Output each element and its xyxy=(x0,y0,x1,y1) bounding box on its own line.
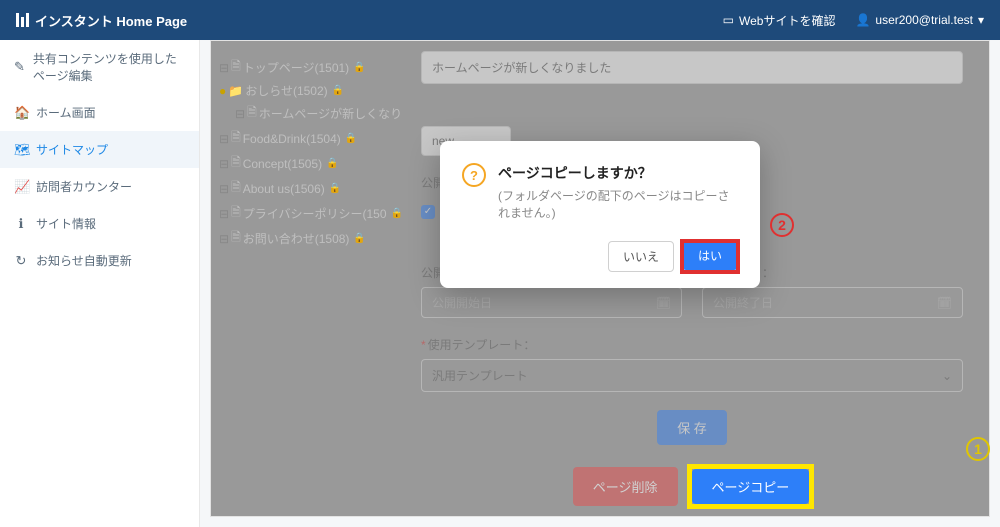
modal-no-button[interactable]: いいえ xyxy=(608,241,674,272)
start-date-ph: 公開開始日 xyxy=(432,294,492,311)
modal-title: ページコピーしますか？ xyxy=(498,163,738,183)
tree-row[interactable]: ●📁おしらせ(1502) 🔒 xyxy=(217,80,405,101)
sidebar-item-shared-edit[interactable]: ✎ 共有コンテンツを使用したページ編集 xyxy=(0,40,199,94)
lock-icon: 🔒 xyxy=(391,208,403,219)
page-tree: ⊟🗎トップページ(1501)🔒●📁おしらせ(1502)🔒⊟🗎ホームページが新しく… xyxy=(211,41,411,516)
brand: インスタント Home Page xyxy=(16,11,187,30)
brand-logo xyxy=(16,13,29,27)
chevron-down-icon: ▾ xyxy=(978,13,984,27)
modal-yes-button[interactable]: はい xyxy=(682,241,738,270)
page-title-value: ホームページが新しくなりました xyxy=(432,61,611,75)
check-website-link[interactable]: ▭ Webサイトを確認 xyxy=(723,12,836,29)
tree-label: トップページ(1501) xyxy=(243,59,349,76)
chevron-down-icon: ⌄ xyxy=(942,369,952,383)
tree-label: About us(1506) xyxy=(243,182,325,196)
tree-row[interactable]: ⊟🗎Concept(1505)🔒 xyxy=(217,151,405,176)
template-label: *使用テンプレート： xyxy=(421,336,963,353)
page-icon: 🗎 xyxy=(247,103,257,124)
tree-label: ホームページが新しくなり xyxy=(259,105,402,122)
start-date-input[interactable]: 公開開始日 🗓 xyxy=(421,287,682,318)
calendar-icon: 🗓 xyxy=(656,296,671,310)
tree-label: おしらせ(1502) xyxy=(245,82,327,99)
lock-icon: 🔒 xyxy=(329,183,341,194)
page-icon: 🗎 xyxy=(231,128,241,149)
tree-row[interactable]: ⊟🗎ホームページが新しくなり xyxy=(217,101,405,126)
tree-label: Concept(1505) xyxy=(243,157,322,171)
page-icon: 🗎 xyxy=(231,203,241,224)
page-icon: 📁 xyxy=(228,84,243,98)
tree-label: Food&Drink(1504) xyxy=(243,132,341,146)
edit-icon: ✎ xyxy=(14,59,25,75)
template-value: 汎用テンプレート xyxy=(432,367,528,384)
sidebar: ✎ 共有コンテンツを使用したページ編集 🏠 ホーム画面 🗺 サイトマップ 📈 訪問者カウ… xyxy=(0,40,200,527)
question-icon: ? xyxy=(462,163,486,187)
tree-row[interactable]: ⊟🗎お問い合わせ(1508)🔒 xyxy=(217,226,405,251)
tree-row[interactable]: ⊟🗎プライバシーポリシー(150🔒 xyxy=(217,201,405,226)
template-select[interactable]: 汎用テンプレート ⌄ xyxy=(421,359,963,392)
lock-icon: 🔒 xyxy=(353,62,365,73)
chart-icon: 📈 xyxy=(14,179,28,195)
sidebar-item-label: お知らせ自動更新 xyxy=(36,252,132,269)
sidebar-item-home[interactable]: 🏠 ホーム画面 xyxy=(0,94,199,131)
user-menu[interactable]: 👤 user200@trial.test ▾ xyxy=(855,13,984,27)
tree-label: プライバシーポリシー(150 xyxy=(243,205,387,222)
lock-icon: 🔒 xyxy=(332,85,344,96)
lock-icon: 🔒 xyxy=(326,158,338,169)
page-icon: 🗎 xyxy=(231,153,241,174)
user-icon: 👤 xyxy=(855,13,870,27)
tree-row[interactable]: ⊟🗎About us(1506)🔒 xyxy=(217,176,405,201)
modal-yes-highlight: はい xyxy=(682,241,738,272)
user-label: user200@trial.test xyxy=(875,13,973,27)
sidebar-item-label: サイト情報 xyxy=(36,215,96,232)
home-icon: 🏠 xyxy=(14,105,28,121)
annotation-2: 2 xyxy=(770,213,794,237)
page-icon: 🗎 xyxy=(231,228,241,249)
external-icon: ▭ xyxy=(723,13,734,27)
page-icon: 🗎 xyxy=(231,178,241,199)
annotation-1: 1 xyxy=(966,437,990,461)
bullet-icon: ● xyxy=(219,84,226,98)
modal-subtitle: (フォルダページの配下のページはコピーされません。) xyxy=(498,187,738,221)
sidebar-item-label: サイトマップ xyxy=(36,141,108,158)
sidebar-item-counter[interactable]: 📈 訪問者カウンター xyxy=(0,168,199,205)
sidebar-item-label: ホーム画面 xyxy=(36,104,96,121)
end-date-ph: 公開終了日 xyxy=(713,294,773,311)
brand-text: インスタント Home Page xyxy=(35,11,187,30)
page-copy-highlight: ページコピー xyxy=(690,467,812,506)
sidebar-item-siteinfo[interactable]: ℹ サイト情報 xyxy=(0,205,199,242)
sidebar-item-label: 共有コンテンツを使用したページ編集 xyxy=(33,50,185,84)
info-icon: ℹ xyxy=(14,216,28,232)
lock-icon: 🔒 xyxy=(353,233,365,244)
end-date-input[interactable]: 公開終了日 🗓 xyxy=(702,287,963,318)
sitemap-icon: 🗺 xyxy=(14,142,28,158)
tree-row[interactable]: ⊟🗎Food&Drink(1504)🔒 xyxy=(217,126,405,151)
sidebar-item-sitemap[interactable]: 🗺 サイトマップ xyxy=(0,131,199,168)
topbar: インスタント Home Page ▭ Webサイトを確認 👤 user200@t… xyxy=(0,0,1000,40)
check-website-label: Webサイトを確認 xyxy=(739,12,835,29)
main-panel: ⊟🗎トップページ(1501)🔒●📁おしらせ(1502)🔒⊟🗎ホームページが新しく… xyxy=(210,40,990,517)
lock-icon: 🔒 xyxy=(345,133,357,144)
refresh-icon: ↻ xyxy=(14,253,28,269)
tree-row[interactable]: ⊟🗎トップページ(1501)🔒 xyxy=(217,55,405,80)
page-icon: 🗎 xyxy=(231,57,241,78)
tree-label: お問い合わせ(1508) xyxy=(243,230,350,247)
publish-checkbox[interactable]: ✓ xyxy=(421,205,435,219)
confirm-modal: ? ページコピーしますか？ (フォルダページの配下のページはコピーされません。)… xyxy=(440,141,760,288)
content-area: ⊟🗎トップページ(1501)🔒●📁おしらせ(1502)🔒⊟🗎ホームページが新しく… xyxy=(200,40,1000,527)
sidebar-item-label: 訪問者カウンター xyxy=(36,178,132,195)
page-title-input[interactable]: ホームページが新しくなりました xyxy=(421,51,963,84)
sidebar-item-autoupdate[interactable]: ↻ お知らせ自動更新 xyxy=(0,242,199,279)
calendar-icon: 🗓 xyxy=(937,296,952,310)
page-copy-button[interactable]: ページコピー xyxy=(692,469,810,504)
page-delete-button[interactable]: ページ削除 xyxy=(573,467,678,506)
save-button[interactable]: 保 存 xyxy=(657,410,727,445)
